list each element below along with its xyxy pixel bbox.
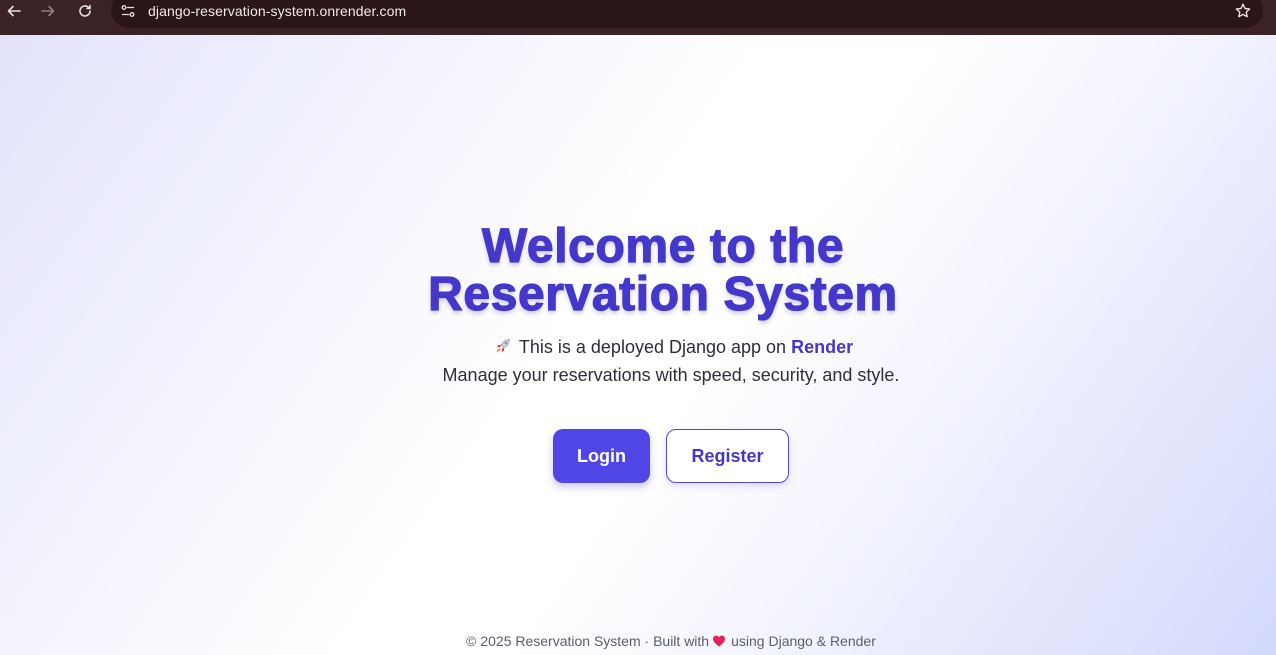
hero-section: Welcome to the Reservation System This i… bbox=[0, 220, 1276, 385]
title-line-2: Reservation System bbox=[428, 268, 898, 321]
url-text[interactable]: django-reservation-system.onrender.com bbox=[148, 3, 406, 19]
tagline-text: This is a deployed Django app on bbox=[518, 337, 787, 357]
login-button[interactable]: Login bbox=[553, 429, 650, 483]
footer-suffix: using Django & Render bbox=[731, 633, 876, 649]
heart-icon bbox=[713, 635, 726, 647]
back-button[interactable] bbox=[3, 0, 25, 22]
arrow-left-icon bbox=[7, 5, 21, 17]
site-info-icon[interactable] bbox=[120, 3, 136, 19]
reload-button[interactable] bbox=[74, 0, 96, 22]
rocket-icon bbox=[496, 339, 510, 353]
render-link[interactable]: Render bbox=[791, 337, 853, 357]
subtagline: Manage your reservations with speed, sec… bbox=[442, 365, 900, 385]
tagline: This is a deployed Django app on Render bbox=[0, 336, 1276, 357]
reload-icon bbox=[79, 4, 91, 17]
bookmark-star-icon[interactable] bbox=[1234, 2, 1252, 20]
page-content: Welcome to the Reservation System This i… bbox=[0, 35, 1276, 655]
forward-button[interactable] bbox=[37, 0, 59, 22]
footer: © 2025 Reservation System · Built with u… bbox=[0, 633, 1276, 649]
browser-toolbar: django-reservation-system.onrender.com bbox=[0, 0, 1276, 35]
footer-prefix: © 2025 Reservation System · Built with bbox=[466, 633, 710, 649]
title-line-1: Welcome to the bbox=[481, 220, 845, 273]
register-button[interactable]: Register bbox=[666, 429, 789, 483]
arrow-right-icon bbox=[41, 5, 55, 17]
page-title: Welcome to the Reservation System bbox=[383, 220, 943, 321]
